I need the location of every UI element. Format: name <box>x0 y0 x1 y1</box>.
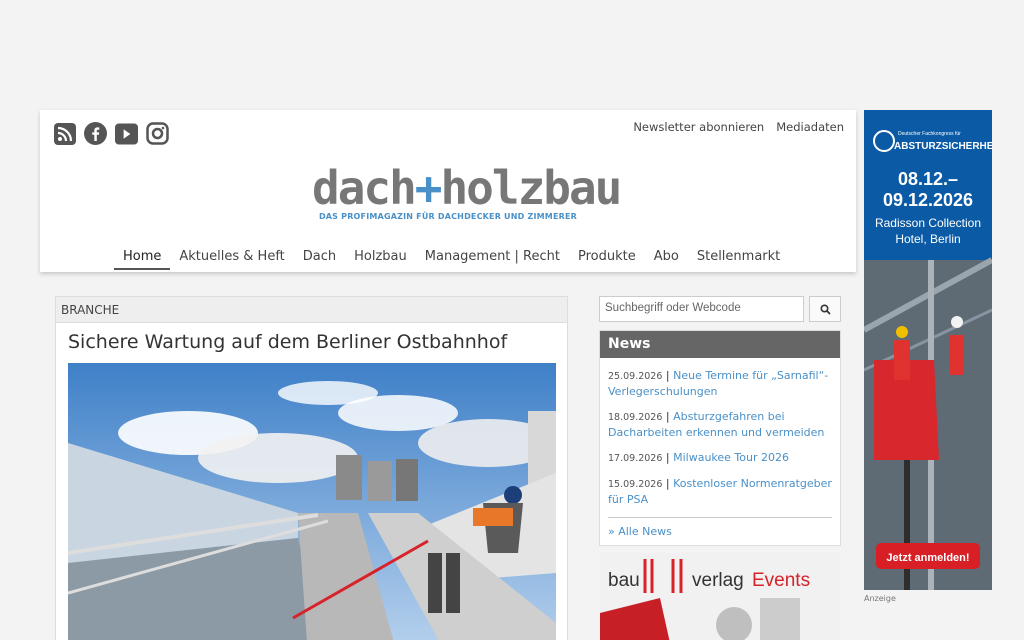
verlag-events-banner[interactable]: bau verlag Events <box>600 553 840 640</box>
ad-date-start: 08.12.– <box>898 169 958 189</box>
newsletter-link[interactable]: Newsletter abonnieren <box>633 120 764 134</box>
nav-item-management[interactable]: Management | Recht <box>416 248 569 270</box>
article-category: BRANCHE <box>56 297 567 323</box>
promo-verlag: verlag <box>692 570 744 591</box>
search-button[interactable] <box>809 296 841 322</box>
nav-item-stellenmarkt[interactable]: Stellenmarkt <box>688 248 789 270</box>
rss-icon[interactable] <box>53 122 76 145</box>
news-date: 18.09.2026 <box>608 412 663 423</box>
logo-word-holzbau: holzbau <box>440 161 622 215</box>
social-links <box>53 122 169 145</box>
promo-bau: bau <box>608 570 640 591</box>
news-date: 25.09.2026 <box>608 371 663 382</box>
news-box: News 25.09.2026 | Neue Termine für „Sarn… <box>599 330 841 546</box>
nav-item-holzbau[interactable]: Holzbau <box>345 248 416 270</box>
nav-item-abo[interactable]: Abo <box>645 248 688 270</box>
article-image[interactable] <box>68 363 556 640</box>
all-news-link[interactable]: » Alle News <box>608 525 672 538</box>
featured-article: BRANCHE Sichere Wartung auf dem Berliner… <box>55 296 568 640</box>
news-date: 17.09.2026 <box>608 453 663 464</box>
ad-label: Anzeige <box>864 594 896 603</box>
news-item[interactable]: 17.09.2026 | Milwaukee Tour 2026 <box>608 450 832 466</box>
top-links: Newsletter abonnieren Mediadaten <box>633 120 844 134</box>
logo-tagline: DAS PROFIMAGAZIN FÜR DACHDECKER UND ZIMM… <box>318 212 578 221</box>
news-heading: News <box>600 331 840 358</box>
instagram-icon[interactable] <box>146 122 169 145</box>
nav-item-aktuelles[interactable]: Aktuelles & Heft <box>170 248 293 270</box>
ad-venue-2: Hotel, Berlin <box>895 232 960 246</box>
ad-venue-1: Radisson Collection <box>875 216 981 230</box>
site-header: Newsletter abonnieren Mediadaten dach+ho… <box>40 110 856 272</box>
search-input[interactable]: Suchbegriff oder Webcode <box>599 296 804 322</box>
main-nav: Home Aktuelles & Heft Dach Holzbau Manag… <box>114 248 789 270</box>
ad-date-end: 09.12.2026 <box>883 190 973 210</box>
ad-brand: ABSTURZSICHERHEIT <box>894 141 992 152</box>
ad-small-line: Deutscher Fachkongress für <box>898 131 961 137</box>
article-title[interactable]: Sichere Wartung auf dem Berliner Ostbahn… <box>68 331 507 353</box>
logo-word-dach: dach <box>312 161 417 215</box>
logo-plus: + <box>414 161 443 215</box>
news-item[interactable]: 18.09.2026 | Absturzgefahren bei Dacharb… <box>608 409 832 440</box>
nav-item-dach[interactable]: Dach <box>294 248 345 270</box>
promo-events: Events <box>752 570 810 591</box>
advertisement[interactable]: Deutscher Fachkongress für ABSTURZSICHER… <box>864 110 992 590</box>
nav-item-produkte[interactable]: Produkte <box>569 248 645 270</box>
news-item[interactable]: 25.09.2026 | Neue Termine für „Sarnafil“… <box>608 368 832 399</box>
news-date: 15.09.2026 <box>608 479 663 490</box>
mediadaten-link[interactable]: Mediadaten <box>776 120 844 134</box>
news-link[interactable]: Milwaukee Tour 2026 <box>673 451 789 464</box>
nav-item-home[interactable]: Home <box>114 248 171 270</box>
ad-cta-button[interactable]: Jetzt anmelden! <box>886 552 969 564</box>
search-icon <box>819 303 831 315</box>
youtube-icon[interactable] <box>115 122 138 145</box>
news-item[interactable]: 15.09.2026 | Kostenloser Normenratgeber … <box>608 476 832 507</box>
site-logo[interactable]: dach+holzbau DAS PROFIMAGAZIN FÜR DACHDE… <box>312 161 622 221</box>
facebook-icon[interactable] <box>84 122 107 145</box>
